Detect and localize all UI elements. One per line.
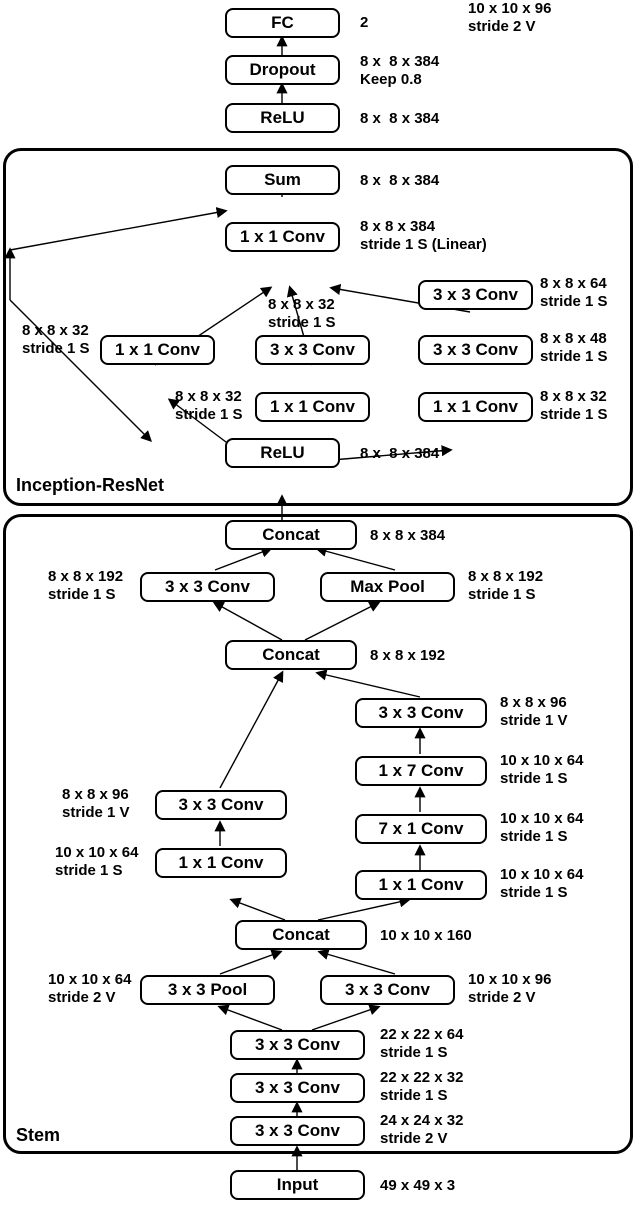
concat-low-annotation: 10 x 10 x 160	[380, 927, 472, 945]
conv3x3-s2-block: 3 x 3 Conv	[230, 1073, 365, 1103]
conv1x1-top-block: 1 x 1 Conv	[225, 222, 340, 252]
conv1x1-right-bot-block: 1 x 1 Conv	[418, 392, 533, 422]
input-annotation: 49 x 49 x 3	[380, 1177, 455, 1195]
concat-mid-block: Concat	[225, 640, 357, 670]
conv3x3-tl-annotation: 8 x 8 x 192 stride 1 S	[48, 568, 123, 604]
conv3x3-s1-block: 3 x 3 Conv	[230, 1030, 365, 1060]
label: Concat	[262, 525, 320, 545]
inception-resnet-label: Inception-ResNet	[16, 475, 164, 496]
relu-top-annotation: 8 x 8 x 384	[360, 110, 439, 128]
stem-label: Stem	[16, 1125, 60, 1146]
r-conv7x1-annotation: 10 x 10 x 64 stride 1 S	[500, 810, 583, 846]
relu-ir-block: ReLU	[225, 438, 340, 468]
conv3x3-s3-annotation: 24 x 24 x 32 stride 2 V	[380, 1112, 463, 1148]
r-conv7x1-block: 7 x 1 Conv	[355, 814, 487, 844]
label: 3 x 3 Conv	[255, 1121, 340, 1141]
label: 3 x 3 Pool	[168, 980, 247, 1000]
label: ReLU	[260, 443, 304, 463]
label: 7 x 1 Conv	[378, 819, 463, 839]
nn-architecture-diagram: { "top": { "fc": "FC", "fc_ann": "2", "d…	[0, 0, 640, 1208]
conv3x3-low-annotation: 10 x 10 x 96 stride 2 V	[468, 0, 551, 36]
conv3x3-right-top-block: 3 x 3 Conv	[418, 280, 533, 310]
conv3x3-right-bot-annotation: 8 x 8 x 48 stride 1 S	[540, 330, 608, 366]
label: 3 x 3 Conv	[255, 1035, 340, 1055]
conv3x3-low-block: 3 x 3 Conv	[320, 975, 455, 1005]
label: 1 x 1 Conv	[178, 853, 263, 873]
label: 1 x 1 Conv	[433, 397, 518, 417]
label: 3 x 3 Conv	[345, 980, 430, 1000]
fc-block: FC	[225, 8, 340, 38]
relu-top-block: ReLU	[225, 103, 340, 133]
label: 1 x 1 Conv	[115, 340, 200, 360]
relu-inflow-annotation: 8 x 8 x 32 stride 1 S	[175, 388, 243, 424]
r-conv3x3-a-annotation: 8 x 8 x 96 stride 1 V	[500, 694, 568, 730]
r-conv1x1-block: 1 x 1 Conv	[355, 870, 487, 900]
conv3x3-right-top-annotation: 8 x 8 x 64 stride 1 S	[540, 275, 608, 311]
r-conv1x7-block: 1 x 7 Conv	[355, 756, 487, 786]
fc-annotation: 2	[360, 14, 368, 32]
l-conv3x3-annotation: 8 x 8 x 96 stride 1 V	[62, 786, 130, 822]
sum-annotation: 8 x 8 x 384	[360, 172, 439, 190]
label: 3 x 3 Conv	[178, 795, 263, 815]
label: Concat	[272, 925, 330, 945]
label: 3 x 3 Conv	[270, 340, 355, 360]
concat-top-block: Concat	[225, 520, 357, 550]
conv3x3-low-annotation-2: 10 x 10 x 96 stride 2 V	[468, 971, 551, 1007]
label: Concat	[262, 645, 320, 665]
label: 1 x 7 Conv	[378, 761, 463, 781]
conv3x3-mid-block: 3 x 3 Conv	[255, 335, 370, 365]
label: 3 x 3 Conv	[165, 577, 250, 597]
concat-mid-annotation: 8 x 8 x 192	[370, 647, 445, 665]
label: ReLU	[260, 108, 304, 128]
sum-block: Sum	[225, 165, 340, 195]
label: Input	[277, 1175, 319, 1195]
conv3x3-s3-block: 3 x 3 Conv	[230, 1116, 365, 1146]
label: Max Pool	[350, 577, 425, 597]
label: 3 x 3 Conv	[255, 1078, 340, 1098]
conv1x1-right-bot-annotation: 8 x 8 x 32 stride 1 S	[540, 388, 608, 424]
l-conv1x1-block: 1 x 1 Conv	[155, 848, 287, 878]
conv1x1-left-annotation: 8 x 8 x 32 stride 1 S	[22, 322, 90, 358]
concat-low-block: Concat	[235, 920, 367, 950]
label: 3 x 3 Conv	[433, 340, 518, 360]
label: FC	[271, 13, 294, 33]
r-conv3x3-a-block: 3 x 3 Conv	[355, 698, 487, 728]
relu-ir-annotation: 8 x 8 x 384	[360, 445, 439, 463]
maxpool-block: Max Pool	[320, 572, 455, 602]
l-conv3x3-block: 3 x 3 Conv	[155, 790, 287, 820]
conv3x3-right-bot-block: 3 x 3 Conv	[418, 335, 533, 365]
label: Dropout	[249, 60, 315, 80]
conv1x1-top-annotation: 8 x 8 x 384 stride 1 S (Linear)	[360, 218, 487, 254]
l-conv1x1-annotation: 10 x 10 x 64 stride 1 S	[55, 844, 138, 880]
conv3x3-mid-annotation: 8 x 8 x 32 stride 1 S	[268, 296, 336, 332]
maxpool-annotation: 8 x 8 x 192 stride 1 S	[468, 568, 543, 604]
label: Sum	[264, 170, 301, 190]
conv1x1-mid-bot-block: 1 x 1 Conv	[255, 392, 370, 422]
r-conv1x1-annotation: 10 x 10 x 64 stride 1 S	[500, 866, 583, 902]
label: 1 x 1 Conv	[378, 875, 463, 895]
pool3x3-annotation: 10 x 10 x 64 stride 2 V	[48, 971, 131, 1007]
conv1x1-left-block: 1 x 1 Conv	[100, 335, 215, 365]
conv3x3-s2-annotation: 22 x 22 x 32 stride 1 S	[380, 1069, 463, 1105]
conv3x3-tl-block: 3 x 3 Conv	[140, 572, 275, 602]
label: 3 x 3 Conv	[378, 703, 463, 723]
pool3x3-block: 3 x 3 Pool	[140, 975, 275, 1005]
concat-top-annotation: 8 x 8 x 384	[370, 527, 445, 545]
conv3x3-s1-annotation: 22 x 22 x 64 stride 1 S	[380, 1026, 463, 1062]
label: 1 x 1 Conv	[240, 227, 325, 247]
label: 1 x 1 Conv	[270, 397, 355, 417]
input-block: Input	[230, 1170, 365, 1200]
r-conv1x7-annotation: 10 x 10 x 64 stride 1 S	[500, 752, 583, 788]
dropout-annotation: 8 x 8 x 384 Keep 0.8	[360, 53, 439, 89]
dropout-block: Dropout	[225, 55, 340, 85]
label: 3 x 3 Conv	[433, 285, 518, 305]
